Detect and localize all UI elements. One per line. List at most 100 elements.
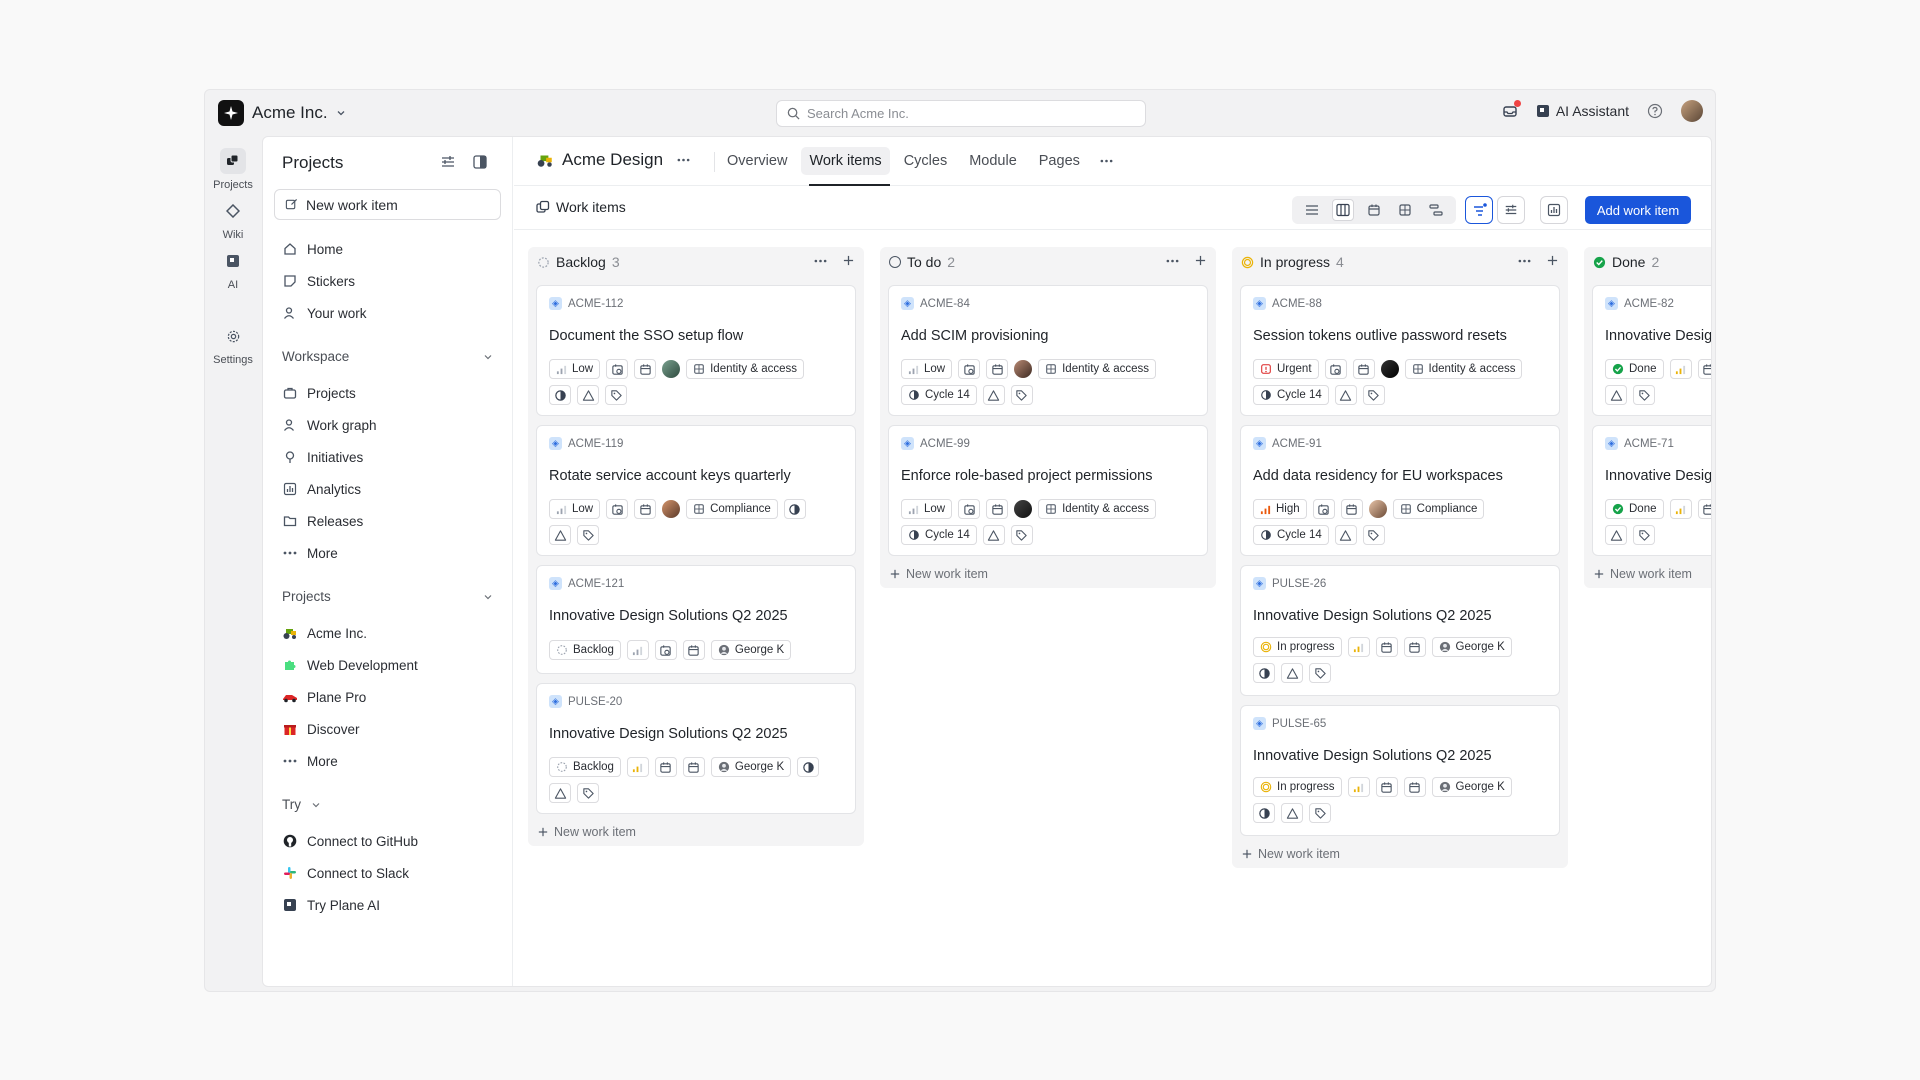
sidebar-toggle-icon[interactable] [472,154,488,170]
start-date-chip[interactable] [958,359,981,379]
priority-chip[interactable] [1347,637,1370,657]
priority-chip[interactable] [1669,359,1692,379]
board-view-button[interactable] [1331,199,1354,221]
rail-projects[interactable]: Projects [205,148,261,191]
assignee-avatar[interactable] [1014,360,1033,378]
more-tabs-icon[interactable] [1100,159,1113,163]
start-date-chip[interactable] [606,499,629,519]
ai-assistant-button[interactable]: AI Assistant [1536,103,1629,119]
projects-section-header[interactable]: Projects [282,589,493,604]
tag-chip[interactable] [1010,385,1033,405]
tab-module[interactable]: Module [961,147,1025,175]
state-chip[interactable]: In progress [1253,777,1342,797]
due-date-chip[interactable] [1403,777,1426,797]
cycle-chip[interactable] [1253,803,1275,823]
state-chip[interactable]: Done [1605,359,1664,379]
gantt-view-button[interactable] [1425,199,1447,221]
label-chip[interactable]: Identity & access [686,359,805,379]
priority-chip[interactable]: Urgent [1253,359,1319,379]
due-date-chip[interactable] [634,499,657,519]
column-more-icon[interactable] [814,259,827,263]
cycle-chip[interactable] [797,757,820,777]
help-icon[interactable] [1647,103,1663,119]
module-chip[interactable] [549,525,571,545]
tag-chip[interactable] [1362,385,1385,405]
state-chip[interactable]: Done [1605,499,1664,519]
workspace-switcher[interactable]: Acme Inc. [218,100,346,126]
priority-chip[interactable] [626,640,649,660]
priority-chip[interactable]: Low [901,359,953,379]
tab-pages[interactable]: Pages [1031,147,1088,175]
new-work-item-row[interactable]: New work item [1594,567,1692,581]
rail-wiki[interactable]: Wiki [205,198,261,241]
start-date-chip[interactable] [606,359,629,379]
assignee-avatar[interactable] [1380,360,1399,378]
work-item-card[interactable]: ◈ ACME-99 Enforce role-based project perm… [888,425,1208,556]
due-date-chip[interactable] [986,499,1009,519]
add-work-item-button[interactable]: Add work item [1585,196,1691,224]
assignee-chip[interactable]: George K [710,757,792,777]
module-chip[interactable] [1334,525,1357,545]
start-date-chip[interactable] [1375,777,1398,797]
label-chip[interactable]: Identity & access [1038,359,1157,379]
label-chip[interactable]: Compliance [686,499,778,519]
work-item-card[interactable]: ◈ ACME-121 Innovative Design Solutions Q2… [536,565,856,674]
work-item-card[interactable]: ◈ ACME-119 Rotate service account keys qu… [536,425,856,556]
priority-chip[interactable] [626,757,649,777]
tab-cycles[interactable]: Cycles [896,147,956,175]
tag-chip[interactable] [577,783,599,803]
spreadsheet-view-button[interactable] [1394,199,1416,221]
state-chip[interactable]: In progress [1253,637,1342,657]
sidebar-item-more[interactable]: More [282,545,338,561]
project-title[interactable]: Acme Design [536,150,690,170]
tag-chip[interactable] [1010,525,1033,545]
filter-button[interactable] [1465,196,1493,224]
connect-github-link[interactable]: Connect to GitHub [282,833,418,849]
work-item-card[interactable]: ◈ PULSE-26 Innovative Design Solutions Q2… [1240,565,1560,696]
due-date-chip[interactable] [1340,499,1363,519]
work-item-card[interactable]: ◈ ACME-112 Document the SSO setup flow Lo… [536,285,856,416]
module-chip[interactable] [577,385,599,405]
state-chip[interactable]: Backlog [549,640,621,660]
column-more-icon[interactable] [1166,259,1179,263]
work-item-card[interactable]: ◈ PULSE-20 Innovative Design Solutions Q2… [536,683,856,814]
label-chip[interactable]: Identity & access [1404,359,1523,379]
more-icon[interactable] [677,158,690,162]
start-date-chip[interactable] [958,499,981,519]
tag-chip[interactable] [1362,525,1385,545]
try-section-header[interactable]: Try [282,797,332,812]
cycle-chip[interactable]: Cycle 14 [901,525,977,545]
assignee-chip[interactable]: George K [710,640,792,660]
start-date-chip[interactable] [1375,637,1398,657]
priority-chip[interactable]: Low [549,359,601,379]
work-item-card[interactable]: ◈ ACME-82 Innovative Desig Done [1592,285,1711,416]
calendar-view-button[interactable] [1363,199,1385,221]
module-chip[interactable] [549,783,571,803]
due-date-chip[interactable] [682,640,705,660]
due-date-chip[interactable] [986,359,1009,379]
module-chip[interactable] [1605,525,1627,545]
rail-ai[interactable]: AI [205,248,261,291]
tag-chip[interactable] [1633,525,1655,545]
try-plane-ai-link[interactable]: Try Plane AI [282,897,380,913]
assignee-avatar[interactable] [1368,500,1387,518]
work-item-card[interactable]: ◈ ACME-88 Session tokens outlive password… [1240,285,1560,416]
priority-chip[interactable] [1347,777,1370,797]
add-icon[interactable] [1195,255,1206,266]
cycle-chip[interactable] [549,385,571,405]
sidebar-item-stickers[interactable]: Stickers [282,273,355,289]
sidebar-project-web-development[interactable]: Web Development [282,657,418,673]
cycle-chip[interactable]: Cycle 14 [1253,525,1329,545]
start-date-chip[interactable] [1324,359,1347,379]
tag-chip[interactable] [605,385,627,405]
user-avatar[interactable] [1681,100,1703,122]
priority-chip[interactable]: High [1253,499,1307,519]
module-chip[interactable] [1281,803,1303,823]
work-item-card[interactable]: ◈ ACME-71 Innovative Desig Done [1592,425,1711,556]
start-date-chip[interactable] [1312,499,1335,519]
tag-chip[interactable] [1309,663,1331,683]
add-icon[interactable] [843,255,854,266]
tag-chip[interactable] [1633,385,1655,405]
add-icon[interactable] [1547,255,1558,266]
sidebar-project-discover[interactable]: Discover [282,721,360,737]
